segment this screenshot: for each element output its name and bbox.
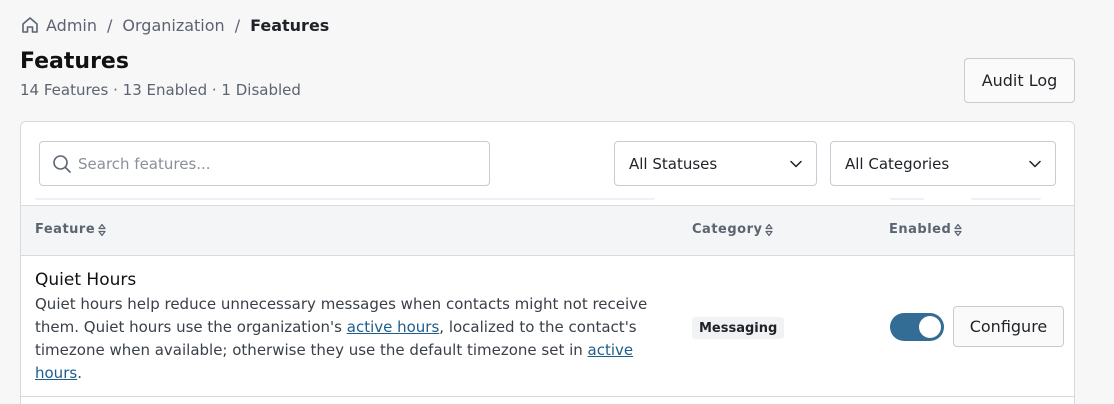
search-icon	[52, 154, 72, 174]
page-subtitle: 14 Features · 13 Enabled · 1 Disabled	[20, 81, 301, 99]
toggle-knob	[919, 316, 941, 338]
breadcrumb-item-organization[interactable]: Organization	[122, 16, 224, 35]
page-title: Features	[20, 49, 129, 74]
category-badge: Messaging	[692, 317, 785, 339]
breadcrumb-separator: /	[107, 15, 113, 35]
category-filter-select[interactable]: All Categories	[830, 141, 1056, 186]
status-filter-select[interactable]: All Statuses	[614, 141, 817, 186]
sort-icon	[98, 223, 106, 237]
column-header-label: Enabled	[889, 222, 952, 237]
column-header-category[interactable]: Category	[692, 222, 774, 237]
status-filter-value: All Statuses	[629, 154, 718, 173]
breadcrumb-current: Features	[250, 15, 330, 35]
configure-button[interactable]: Configure	[953, 306, 1064, 347]
column-header-label: Feature	[35, 222, 96, 237]
feature-name: Quiet Hours	[35, 270, 137, 290]
features-card: All Statuses All Categories Feature Cate…	[20, 121, 1075, 404]
sort-icon	[954, 223, 962, 237]
breadcrumb: Admin / Organization / Features	[20, 12, 329, 38]
active-hours-link[interactable]: active hours	[347, 318, 440, 336]
breadcrumb-separator: /	[234, 15, 241, 35]
description-text: .	[77, 364, 82, 382]
column-header-label: Category	[692, 222, 763, 237]
chevron-down-icon	[790, 160, 802, 168]
enabled-toggle[interactable]	[890, 313, 944, 341]
search-input[interactable]	[78, 154, 458, 173]
column-header-feature[interactable]: Feature	[35, 222, 106, 237]
search-box[interactable]	[39, 141, 490, 186]
category-filter-value: All Categories	[845, 154, 950, 173]
table-row: Quiet Hours Quiet hours help reduce unne…	[21, 256, 1074, 397]
audit-log-button[interactable]: Audit Log	[964, 58, 1075, 103]
column-header-enabled[interactable]: Enabled	[889, 222, 962, 237]
home-icon[interactable]	[20, 15, 40, 35]
feature-description: Quiet hours help reduce unnecessary mess…	[35, 293, 665, 385]
chevron-down-icon	[1029, 160, 1041, 168]
sort-icon	[765, 223, 774, 237]
table-header: Feature Category Enabled	[21, 205, 1074, 256]
breadcrumb-item-admin[interactable]: Admin	[46, 16, 97, 35]
